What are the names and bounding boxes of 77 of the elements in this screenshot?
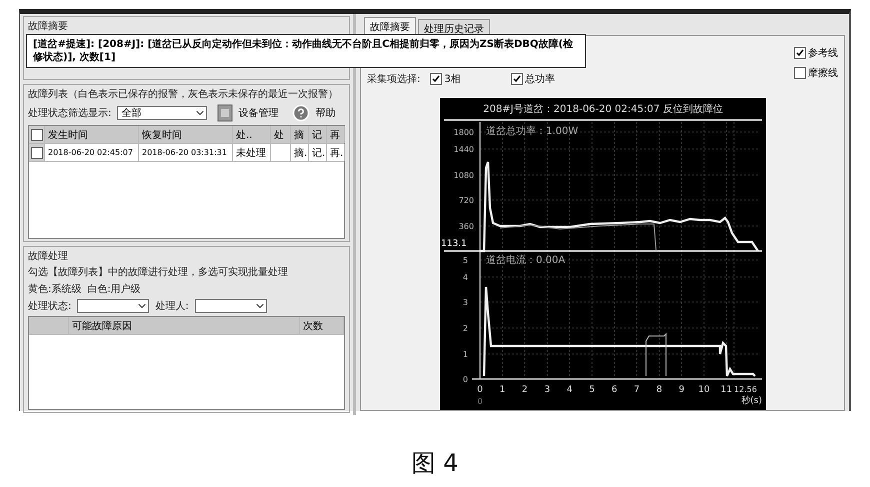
- tab[interactable]: 处理历史记录: [418, 19, 490, 35]
- axis-tick-label: 1080: [453, 171, 474, 180]
- handler-dropdown[interactable]: [194, 299, 267, 313]
- checkbox[interactable]: [30, 146, 42, 158]
- group-title: 故障摘要: [28, 20, 69, 33]
- checkbox[interactable]: [794, 47, 806, 59]
- fault-row[interactable]: 2018-06-20 02:45:07 2018-06-20 03:31:31 未处理 摘.. 记.. 再..: [29, 144, 344, 162]
- axis-tick-label: 1800: [453, 128, 474, 137]
- checkbox[interactable]: [430, 73, 442, 85]
- axis-tick-label: 1440: [453, 145, 474, 154]
- column-header[interactable]: 恢复时间: [139, 126, 233, 143]
- table-cell: 再..: [327, 144, 345, 161]
- current-label: 道岔电流：0.00A: [486, 255, 565, 266]
- axis-tick-label: 9: [678, 385, 684, 395]
- marker-value: 113.1: [440, 239, 466, 249]
- option-checkbox[interactable]: 参考线: [794, 46, 838, 60]
- legend-text: 白色:用户级: [87, 282, 141, 296]
- axis-tick-label: 7: [633, 385, 640, 395]
- axis-tick-label: 720: [458, 196, 474, 205]
- column-header[interactable]: 次数: [300, 317, 344, 334]
- axis-tick-label: 0: [476, 385, 482, 395]
- field-label: 处理人:: [155, 300, 189, 313]
- column-header[interactable]: 处..: [233, 126, 271, 143]
- option-checkbox[interactable]: 摩擦线: [794, 66, 838, 80]
- status-dropdown[interactable]: [77, 299, 150, 313]
- table-cell: 记..: [309, 144, 327, 161]
- column-header[interactable]: 再: [327, 126, 345, 143]
- axis-tick-label: 2: [521, 385, 528, 395]
- axis-unit: 秒(s): [740, 396, 762, 406]
- axis-tick-label: 10: [698, 385, 710, 395]
- column-header[interactable]: 记: [309, 126, 327, 143]
- help-button[interactable]: 帮助: [288, 104, 340, 122]
- status-filter-dropdown[interactable]: 全部: [117, 106, 208, 120]
- axis-tick-label: 4: [462, 273, 468, 282]
- axis-tick-label: 3: [544, 385, 550, 395]
- device-management-button[interactable]: 设备管理: [213, 104, 282, 122]
- checkbox[interactable]: [30, 128, 42, 140]
- field-label: 处理状态:: [28, 300, 72, 313]
- table-cell: 摘..: [291, 144, 309, 161]
- checkbox[interactable]: [510, 73, 523, 85]
- axis-tick-label: 11: [720, 385, 732, 395]
- group-title: 故障列表（白色表示已保存的报警，灰色表示未保存的最近一次报警）: [28, 88, 339, 101]
- axis-tick-label: 1: [499, 385, 505, 395]
- help-icon: [292, 104, 310, 122]
- legend-text: 黄色:系统级: [28, 282, 82, 296]
- table-cell: 2018-06-20 02:45:07: [45, 144, 139, 161]
- column-header[interactable]: 摘: [291, 126, 309, 143]
- table-cell: 2018-06-20 03:31:31: [139, 144, 233, 161]
- axis-tick-label: 3: [462, 298, 468, 307]
- tab[interactable]: 故障摘要: [364, 17, 416, 35]
- document-icon: [217, 104, 234, 122]
- axis-tick-label: 5: [588, 385, 594, 395]
- power-label: 道岔总功率：1.00W: [486, 126, 578, 137]
- instruction-text: 勾选【故障列表】中的故障进行处理，多选可实现批量处理: [28, 266, 289, 279]
- axis-tick-label: 1: [462, 350, 468, 359]
- axis-tick-label: 0: [476, 397, 482, 406]
- fault-summary-text: [道岔#提速]: [208#J]: [道岔已从反向定动作但未到位：动作曲线无不台阶且C相提前归零，原因为ZS断表DBQ故障(检修状态)], 次数[1]: [26, 34, 586, 68]
- collect-checkbox[interactable]: 总功率: [510, 72, 555, 86]
- axis-tick-label: 12.56: [734, 385, 756, 394]
- axis-tick-label: 2: [462, 324, 468, 333]
- chart-title: 208#J号道岔：2018-06-20 02:45:07 反位到故障位: [482, 104, 722, 115]
- axis-tick-label: 5: [462, 256, 468, 265]
- figure-caption: 图 4: [412, 448, 458, 479]
- filter-label: 处理状态筛选显示:: [28, 106, 112, 120]
- axis-tick-label: 4: [566, 385, 572, 395]
- collect-checkbox[interactable]: 3相: [430, 72, 461, 86]
- column-header[interactable]: 发生时间: [45, 126, 139, 143]
- column-header[interactable]: 可能故障原因: [69, 317, 300, 334]
- group-title: 故障处理: [28, 250, 69, 263]
- column-header[interactable]: 处: [271, 126, 291, 143]
- axis-tick-label: 360: [458, 222, 474, 231]
- axis-tick-label: 0: [462, 375, 468, 384]
- axis-tick-label: 6: [611, 385, 617, 395]
- axis-tick-label: 8: [656, 385, 662, 395]
- collect-label: 采集项选择:: [367, 72, 420, 86]
- checkbox[interactable]: [794, 67, 806, 79]
- table-cell: 未处理: [233, 144, 271, 161]
